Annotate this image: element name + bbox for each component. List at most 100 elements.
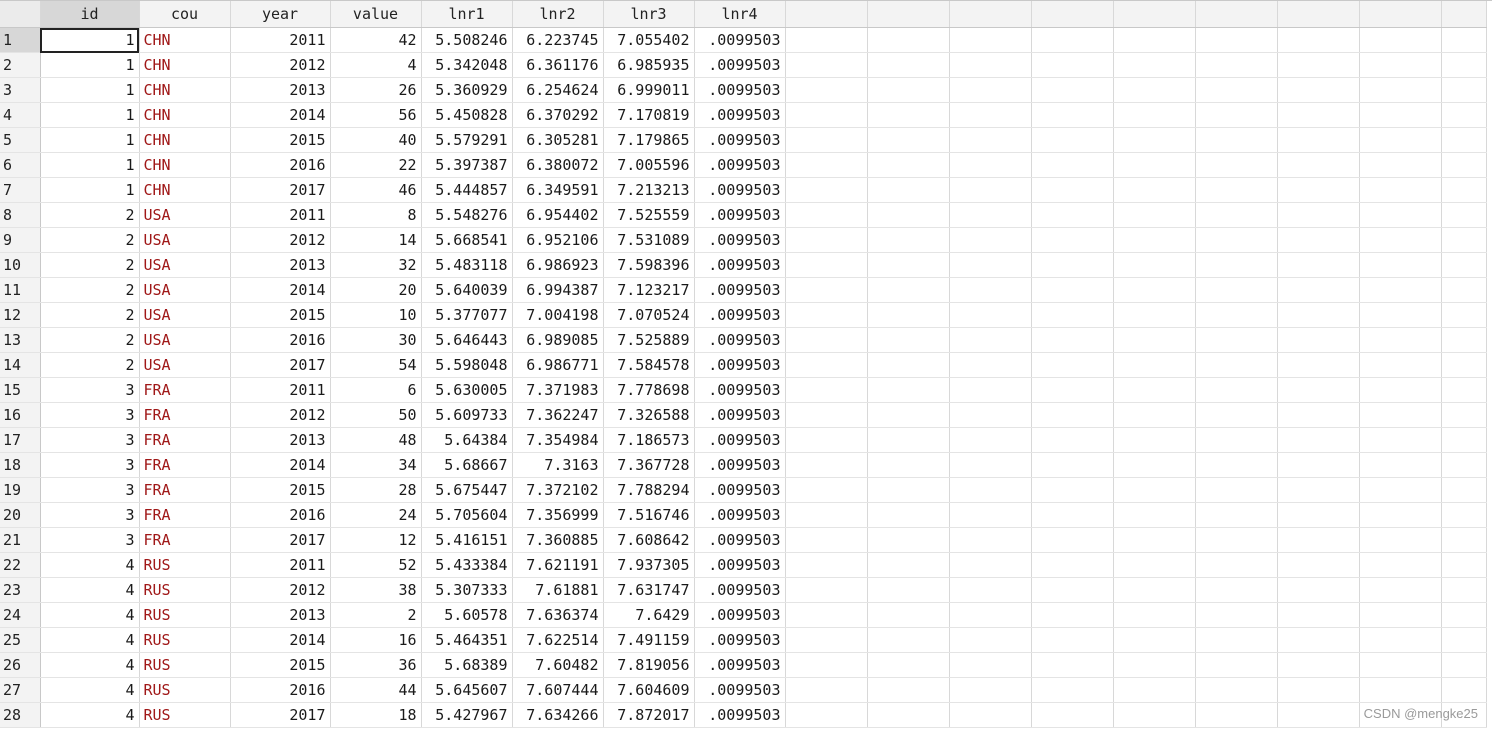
cell-lnr4[interactable]: .0099503 [694,302,786,328]
cell-value[interactable]: 24 [330,502,422,528]
cell-lnr2[interactable]: 7.354984 [512,427,604,453]
empty-cell[interactable] [1441,677,1487,703]
empty-cell[interactable] [867,577,950,603]
cell-lnr1[interactable]: 5.645607 [421,677,513,703]
cell-id[interactable]: 2 [40,227,140,253]
empty-cell[interactable] [867,152,950,178]
empty-cell[interactable] [1031,377,1114,403]
empty-cell[interactable] [785,302,868,328]
empty-cell[interactable] [1195,477,1278,503]
empty-cell[interactable] [1277,452,1360,478]
empty-cell[interactable] [1031,702,1114,728]
empty-cell[interactable] [1441,152,1487,178]
table-row[interactable]: 6 1 CHN 2016 22 5.397387 6.380072 7.005596.0099… [0,152,1487,178]
data-table[interactable]: id cou year value lnr1 lnr2 lnr3 lnr4 1 1 CHN 2011… [0,1,1487,728]
empty-column-header[interactable] [1441,1,1487,28]
cell-cou[interactable]: CHN [139,177,231,203]
empty-cell[interactable] [785,702,868,728]
cell-id[interactable]: 4 [40,602,140,628]
empty-cell[interactable] [1113,227,1196,253]
cell-lnr2[interactable]: 7.004198 [512,302,604,328]
cell-year[interactable]: 2015 [230,302,331,328]
empty-cell[interactable] [785,152,868,178]
empty-cell[interactable] [1031,477,1114,503]
cell-id[interactable]: 3 [40,427,140,453]
empty-cell[interactable] [1277,652,1360,678]
cell-lnr2[interactable]: 6.986923 [512,252,604,278]
empty-cell[interactable] [867,552,950,578]
cell-value[interactable]: 38 [330,577,422,603]
cell-cou[interactable]: RUS [139,602,231,628]
cell-id[interactable]: 1 [40,77,140,103]
empty-cell[interactable] [1441,427,1487,453]
empty-cell[interactable] [1195,377,1278,403]
cell-id[interactable]: 4 [40,627,140,653]
cell-year[interactable]: 2014 [230,452,331,478]
cell-lnr4[interactable]: .0099503 [694,227,786,253]
cell-id[interactable]: 4 [40,702,140,728]
column-header-id[interactable]: id [40,1,140,28]
table-row[interactable]: 25 4 RUS 2014 16 5.464351 7.622514 7.491159.009… [0,627,1487,653]
empty-cell[interactable] [1277,327,1360,353]
empty-cell[interactable] [1277,602,1360,628]
empty-cell[interactable] [1031,252,1114,278]
empty-cell[interactable] [949,277,1032,303]
cell-value[interactable]: 20 [330,277,422,303]
cell-lnr4[interactable]: .0099503 [694,427,786,453]
empty-cell[interactable] [867,202,950,228]
empty-cell[interactable] [1359,477,1442,503]
cell-value[interactable]: 32 [330,252,422,278]
empty-cell[interactable] [1277,227,1360,253]
table-row[interactable]: 19 3 FRA 2015 28 5.675447 7.372102 7.788294.009… [0,477,1487,503]
table-row[interactable]: 20 3 FRA 2016 24 5.705604 7.356999 7.516746.009… [0,502,1487,528]
empty-cell[interactable] [1113,152,1196,178]
empty-cell[interactable] [1113,427,1196,453]
empty-cell[interactable] [867,602,950,628]
cell-id[interactable]: 3 [40,402,140,428]
empty-cell[interactable] [1031,202,1114,228]
cell-lnr4[interactable]: .0099503 [694,77,786,103]
cell-lnr1[interactable]: 5.598048 [421,352,513,378]
cell-lnr1[interactable]: 5.630005 [421,377,513,403]
row-number[interactable]: 27 [0,677,41,703]
cell-cou[interactable]: CHN [139,27,231,53]
row-number[interactable]: 19 [0,477,41,503]
cell-cou[interactable]: CHN [139,52,231,78]
table-row[interactable]: 15 3 FRA 2011 6 5.630005 7.371983 7.778698.0099… [0,377,1487,403]
cell-year[interactable]: 2013 [230,427,331,453]
cell-lnr3[interactable]: 7.788294 [603,477,695,503]
table-row[interactable]: 1 1 CHN 2011 42 5.508246 6.223745 7.055402.0099… [0,27,1487,53]
cell-value[interactable]: 18 [330,702,422,728]
empty-cell[interactable] [1195,152,1278,178]
table-row[interactable]: 23 4 RUS 2012 38 5.307333 7.61881 7.631747.0099… [0,577,1487,603]
cell-lnr4[interactable]: .0099503 [694,177,786,203]
empty-cell[interactable] [1359,652,1442,678]
empty-cell[interactable] [1195,77,1278,103]
cell-id[interactable]: 2 [40,277,140,303]
empty-cell[interactable] [785,652,868,678]
empty-cell[interactable] [785,327,868,353]
empty-cell[interactable] [1277,127,1360,153]
row-number[interactable]: 17 [0,427,41,453]
empty-column-header[interactable] [949,1,1032,28]
empty-cell[interactable] [785,627,868,653]
table-row[interactable]: 10 2 USA 2013 32 5.483118 6.986923 7.598396.009… [0,252,1487,278]
cell-year[interactable]: 2015 [230,652,331,678]
row-number[interactable]: 1 [0,27,41,53]
empty-cell[interactable] [1195,427,1278,453]
cell-year[interactable]: 2016 [230,502,331,528]
empty-cell[interactable] [1277,77,1360,103]
empty-cell[interactable] [785,427,868,453]
empty-cell[interactable] [949,452,1032,478]
empty-cell[interactable] [949,527,1032,553]
table-row[interactable]: 18 3 FRA 2014 34 5.68667 7.3163 7.367728.009950… [0,452,1487,478]
table-row[interactable]: 24 4 RUS 2013 2 5.60578 7.636374 7.6429.0099503 [0,602,1487,628]
cell-lnr1[interactable]: 5.646443 [421,327,513,353]
table-row[interactable]: 4 1 CHN 2014 56 5.450828 6.370292 7.170819.0099… [0,102,1487,128]
cell-cou[interactable]: FRA [139,477,231,503]
cell-lnr1[interactable]: 5.579291 [421,127,513,153]
cell-year[interactable]: 2011 [230,27,331,53]
empty-cell[interactable] [1031,402,1114,428]
cell-id[interactable]: 4 [40,652,140,678]
cell-year[interactable]: 2017 [230,177,331,203]
